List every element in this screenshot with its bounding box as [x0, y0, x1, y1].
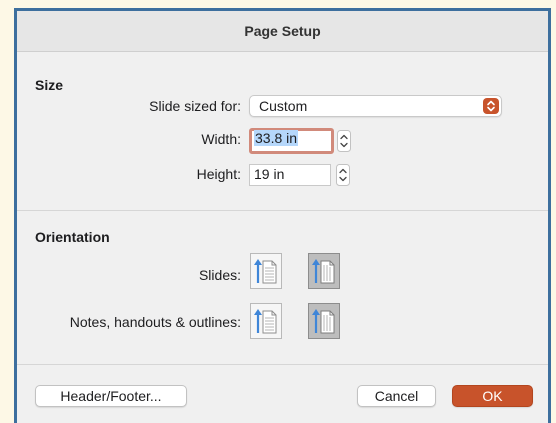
slides-landscape-button[interactable]	[308, 253, 340, 289]
notes-portrait-button[interactable]	[250, 303, 282, 339]
height-value: 19 in	[254, 166, 285, 182]
slide-sized-for-label: Slide sized for:	[149, 98, 241, 114]
height-label: Height:	[196, 166, 241, 182]
portrait-orientation-icon	[254, 309, 277, 334]
width-field[interactable]: 33.8 in	[249, 128, 334, 154]
notes-landscape-button[interactable]	[308, 303, 340, 339]
chevron-up-down-icon	[483, 98, 499, 114]
height-field[interactable]: 19 in	[249, 164, 331, 186]
width-label: Width:	[201, 131, 241, 147]
cancel-button[interactable]: Cancel	[357, 385, 436, 407]
stepper-arrows-icon	[337, 130, 351, 152]
dialog-titlebar: Page Setup	[17, 11, 548, 52]
header-footer-button[interactable]: Header/Footer...	[35, 385, 187, 407]
section-divider	[17, 210, 548, 211]
stepper-arrows-icon	[336, 164, 350, 186]
portrait-orientation-icon	[254, 259, 277, 284]
height-stepper[interactable]	[336, 164, 350, 186]
slide-size-value: Custom	[259, 98, 308, 114]
width-stepper[interactable]	[337, 130, 351, 152]
width-value: 33.8 in	[254, 130, 299, 146]
slides-orientation-label: Slides:	[198, 267, 241, 283]
landscape-orientation-icon	[312, 309, 335, 334]
notes-orientation-label: Notes, handouts & outlines:	[69, 314, 241, 330]
dialog-title: Page Setup	[244, 23, 321, 39]
slide-size-popup[interactable]: Custom	[249, 95, 502, 117]
size-section-title: Size	[35, 77, 64, 93]
ok-button[interactable]: OK	[452, 385, 533, 407]
slides-portrait-button[interactable]	[250, 253, 282, 289]
page-setup-dialog: Page Setup Size Slide sized for: Custom …	[14, 8, 551, 423]
footer-divider	[17, 364, 548, 365]
orientation-section-title: Orientation	[35, 229, 110, 245]
landscape-orientation-icon	[312, 259, 335, 284]
